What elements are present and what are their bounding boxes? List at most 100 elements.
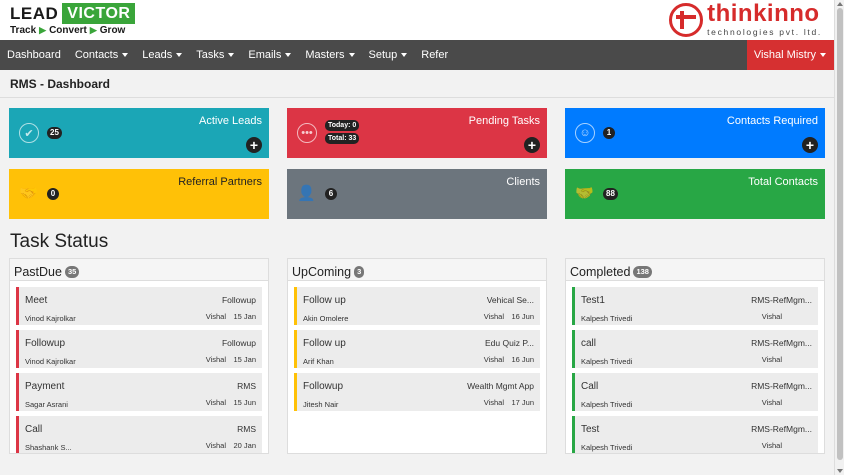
play-arrow-icon: ▶	[89, 25, 97, 35]
user-menu[interactable]: Vishal Mistry	[746, 40, 834, 70]
tagline-track: Track	[10, 25, 37, 36]
scroll-down-arrow-icon[interactable]	[837, 469, 843, 473]
nav-emails[interactable]: Emails	[241, 40, 298, 70]
handshake-icon: 🤝	[575, 185, 594, 202]
nav-label: Leads	[142, 49, 173, 61]
task-date: 16 Jun	[511, 355, 534, 364]
task-title: Follow up	[303, 295, 346, 306]
task-card[interactable]: Test Kalpesh Trivedi RMS-RefMgm... Vishal	[572, 416, 818, 453]
task-category: RMS-RefMgm...	[751, 381, 812, 391]
task-title: Call	[25, 424, 43, 435]
card-title: Clients	[506, 176, 540, 188]
task-contact: Vinod Kajrolkar	[25, 314, 76, 323]
task-card[interactable]: Followup Jitesh Nair Wealth Mgmt App Vishal…	[294, 373, 540, 411]
nav-label: Masters	[305, 49, 345, 61]
page-title: RMS - Dashboard	[10, 77, 111, 91]
leadvictor-logo[interactable]: LEAD VICTOR Track ▶ Convert ▶ Grow	[10, 3, 136, 36]
task-category: Followup	[221, 295, 256, 305]
referral-partners-count: 0	[47, 188, 59, 200]
task-category: RMS	[237, 424, 256, 434]
task-card[interactable]: Payment Sagar Asrani RMS Vishal 15 Jun	[16, 373, 262, 411]
thinkinno-mark-icon	[669, 2, 704, 37]
nav-tasks[interactable]: Tasks	[189, 40, 241, 70]
add-task-button[interactable]: +	[524, 137, 540, 153]
caret-down-icon	[401, 53, 408, 57]
nav-label: Dashboard	[7, 49, 61, 61]
task-owner: Vishal	[483, 355, 504, 364]
card-total-contacts[interactable]: 🤝 88 Total Contacts	[565, 169, 825, 219]
task-card[interactable]: call Kalpesh Trivedi RMS-RefMgm... Vishal	[572, 330, 818, 368]
caret-down-icon	[285, 53, 292, 57]
pastdue-count-badge: 35	[64, 265, 80, 278]
check-circle-icon: ✔	[19, 123, 39, 143]
task-card[interactable]: Test1 Kalpesh Trivedi RMS-RefMgm... Vishal	[572, 287, 818, 325]
task-card[interactable]: Followup Vinod Kajrolkar Followup Vishal 15 …	[16, 330, 262, 368]
pastdue-header: PastDue 35	[10, 259, 268, 281]
nav-contacts[interactable]: Contacts	[68, 40, 135, 70]
task-card[interactable]: Follow up Arif Khan Edu Quiz P... Vishal 16 …	[294, 330, 540, 368]
nav-setup[interactable]: Setup	[362, 40, 415, 70]
scroll-up-arrow-icon[interactable]	[837, 2, 843, 6]
task-title: Follow up	[303, 338, 346, 349]
card-active-leads[interactable]: ✔ 25 Active Leads +	[9, 108, 269, 158]
task-status-heading: Task Status	[10, 231, 109, 252]
task-date: 15 Jan	[233, 312, 256, 321]
nav-label: Refer	[421, 49, 449, 61]
nav-dashboard[interactable]: Dashboard	[0, 40, 68, 70]
logo-victor-text: VICTOR	[62, 3, 136, 24]
task-contact: Jitesh Nair	[303, 400, 339, 409]
nav-label: Emails	[248, 49, 282, 61]
task-owner: Vishal	[761, 398, 782, 407]
task-contact: Kalpesh Trivedi	[581, 400, 633, 409]
upcoming-count-badge: 3	[354, 265, 365, 278]
task-card[interactable]: Call Shashank S... RMS Vishal 20 Jan	[16, 416, 262, 453]
tagline-convert: Convert	[49, 25, 87, 36]
nav-refer[interactable]: Refer	[414, 40, 455, 70]
brand-subtitle: technologies pvt. ltd.	[707, 27, 822, 37]
nav-label: Tasks	[196, 49, 225, 61]
user-check-icon: 👤	[297, 185, 316, 202]
pending-today-badge: Today: 0	[325, 120, 360, 131]
task-card[interactable]: Call Kalpesh Trivedi RMS-RefMgm... Vishal	[572, 373, 818, 411]
task-title: Test1	[581, 295, 605, 306]
task-card[interactable]: Follow up Akin Omolere Vehical Se... Vishal…	[294, 287, 540, 325]
card-title: Contacts Required	[726, 115, 818, 127]
page-scrollbar[interactable]	[834, 0, 844, 475]
task-title: call	[581, 338, 597, 349]
play-arrow-icon: ▶	[39, 25, 47, 35]
task-owner: Vishal	[205, 398, 226, 407]
completed-count-badge: 138	[633, 265, 652, 278]
add-contact-button[interactable]: +	[802, 137, 818, 153]
task-card[interactable]: Meet Vinod Kajrolkar Followup Vishal 15 Jan	[16, 287, 262, 325]
task-contact: Kalpesh Trivedi	[581, 314, 633, 323]
nav-label: Contacts	[74, 49, 119, 61]
card-referral-partners[interactable]: 🤝 0 Referral Partners	[9, 169, 269, 219]
card-title: Pending Tasks	[468, 115, 540, 127]
card-title: Referral Partners	[178, 176, 262, 188]
task-title: Followup	[303, 381, 344, 392]
caret-down-icon	[176, 53, 183, 57]
app-header: LEAD VICTOR Track ▶ Convert ▶ Grow think…	[0, 0, 834, 40]
card-contacts-required[interactable]: ☺ 1 Contacts Required +	[565, 108, 825, 158]
task-date: 16 Jun	[511, 312, 534, 321]
task-owner: Vishal	[761, 441, 782, 450]
add-lead-button[interactable]: +	[246, 137, 262, 153]
task-category: Wealth Mgmt App	[467, 381, 534, 391]
nav-leads[interactable]: Leads	[135, 40, 189, 70]
task-category: Vehical Se...	[486, 295, 534, 305]
card-title: Active Leads	[199, 115, 262, 127]
handshake-icon: 🤝	[19, 185, 38, 202]
scrollbar-thumb[interactable]	[837, 8, 843, 460]
card-clients[interactable]: 👤 6 Clients	[287, 169, 547, 219]
task-category: RMS	[237, 381, 256, 391]
task-owner: Vishal	[205, 355, 226, 364]
card-pending-tasks[interactable]: ••• Today: 0 Total: 33 Pending Tasks +	[287, 108, 547, 158]
nav-masters[interactable]: Masters	[298, 40, 361, 70]
pastdue-column: PastDue 35 Meet Vinod Kajrolkar Followup Vi…	[9, 258, 269, 454]
user-name: Vishal Mistry	[753, 49, 816, 61]
task-contact: Kalpesh Trivedi	[581, 443, 633, 452]
task-category: RMS-RefMgm...	[751, 424, 812, 434]
task-owner: Vishal	[761, 312, 782, 321]
task-category: RMS-RefMgm...	[751, 338, 812, 348]
task-owner: Vishal	[483, 312, 504, 321]
